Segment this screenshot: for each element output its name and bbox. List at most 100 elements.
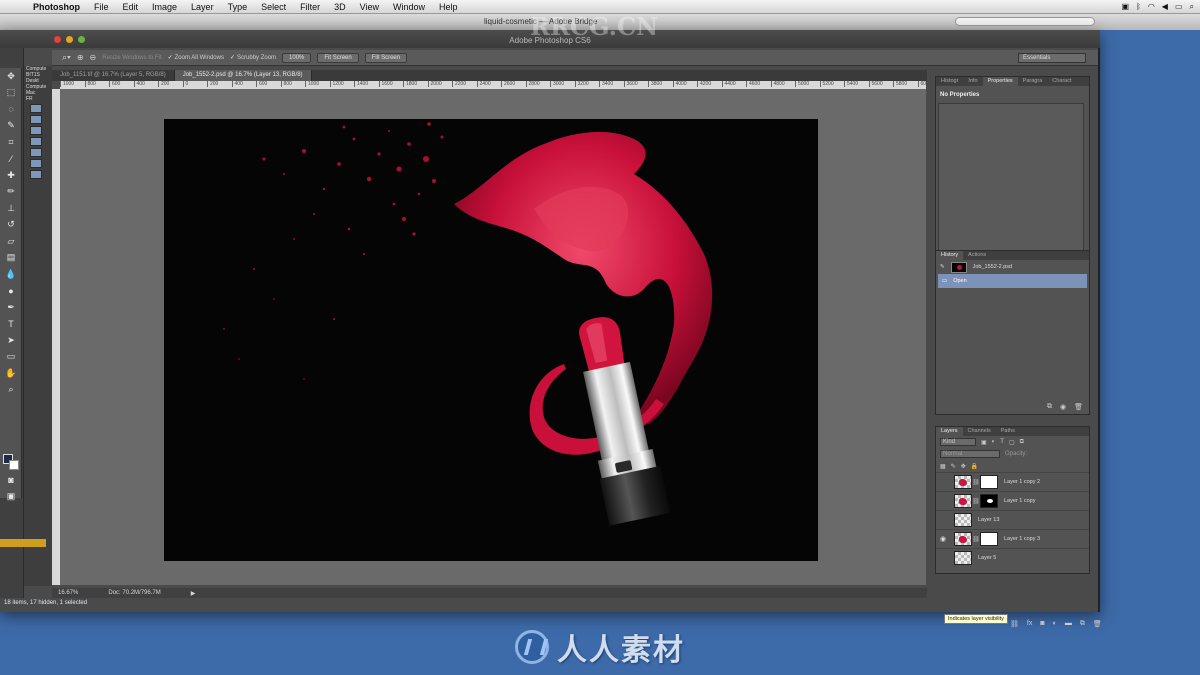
- chain-link-icon[interactable]: ⛓: [972, 498, 980, 505]
- folder-icon[interactable]: [30, 115, 42, 124]
- wifi-icon[interactable]: ◠: [1148, 2, 1155, 12]
- lock-position-icon[interactable]: ✥: [961, 463, 966, 470]
- tab-paths[interactable]: Paths: [996, 427, 1020, 436]
- adjust-filter-icon[interactable]: ◐: [992, 439, 996, 445]
- tab-character[interactable]: Charact: [1047, 77, 1076, 86]
- zoom-out-icon[interactable]: ⊖: [90, 53, 97, 62]
- spotlight-icon[interactable]: ⌕: [1190, 2, 1194, 12]
- folder-icon[interactable]: [30, 137, 42, 146]
- menu-edit[interactable]: Edit: [116, 2, 146, 12]
- folder-icon[interactable]: [30, 170, 42, 179]
- background-color-swatch[interactable]: [9, 460, 19, 470]
- healing-tool-icon[interactable]: ✚: [0, 167, 22, 184]
- menu-3d[interactable]: 3D: [327, 2, 353, 12]
- chain-link-icon[interactable]: ⛓: [972, 479, 980, 486]
- shape-filter-icon[interactable]: ▢: [1009, 439, 1015, 446]
- zoom-in-icon[interactable]: ⊕: [77, 53, 84, 62]
- mask-icon[interactable]: ◙: [1040, 620, 1044, 628]
- dodge-tool-icon[interactable]: ●: [0, 283, 22, 300]
- group-folder-icon[interactable]: ▬: [1065, 620, 1072, 628]
- layer-row[interactable]: ⛓ Layer 1 copy: [936, 491, 1089, 510]
- eraser-tool-icon[interactable]: ▱: [0, 233, 22, 250]
- tab-job-1151[interactable]: Job_1151.tif @ 16.7% (Layer 5, RGB/8): [52, 70, 175, 81]
- lock-transparent-icon[interactable]: ▦: [940, 463, 946, 470]
- zoom-tool-icon[interactable]: ⌕▾: [62, 52, 71, 63]
- zoom-all-checkbox[interactable]: Zoom All Windows: [168, 54, 224, 61]
- tab-paragraph[interactable]: Paragra: [1018, 77, 1048, 86]
- lasso-tool-icon[interactable]: ◌: [0, 101, 22, 118]
- new-document-icon[interactable]: ⧉: [1047, 403, 1052, 411]
- tab-history[interactable]: History: [936, 251, 964, 260]
- type-tool-icon[interactable]: T: [0, 316, 22, 333]
- path-select-tool-icon[interactable]: ➤: [0, 332, 22, 349]
- status-arrow-icon[interactable]: ▶: [191, 590, 196, 597]
- menu-view[interactable]: View: [353, 2, 386, 12]
- blur-tool-icon[interactable]: 💧: [0, 266, 22, 283]
- tab-layers[interactable]: Layers: [936, 427, 963, 436]
- menu-file[interactable]: File: [87, 2, 116, 12]
- link-layers-icon[interactable]: ⛓: [1010, 620, 1019, 628]
- vertical-ruler[interactable]: [52, 89, 60, 585]
- adjustment-icon[interactable]: ◐: [1053, 620, 1057, 628]
- smart-filter-icon[interactable]: ⧉: [1020, 439, 1024, 446]
- battery-icon[interactable]: ▭: [1175, 2, 1183, 12]
- new-layer-icon[interactable]: ⧉: [1080, 620, 1085, 628]
- history-state[interactable]: ▭ Open: [938, 274, 1087, 288]
- resize-windows-checkbox[interactable]: Resize Windows to Fit: [102, 55, 161, 61]
- eyedropper-tool-icon[interactable]: ⁄: [0, 151, 22, 168]
- type-filter-icon[interactable]: T: [1000, 439, 1004, 445]
- image-filter-icon[interactable]: ▣: [981, 439, 987, 446]
- folder-icon[interactable]: [30, 126, 42, 135]
- folder-icon[interactable]: [30, 159, 42, 168]
- layer-row[interactable]: Layer 13: [936, 510, 1089, 529]
- layer-mask-thumbnail[interactable]: [980, 475, 998, 489]
- tab-actions[interactable]: Actions: [963, 251, 991, 260]
- eye-icon[interactable]: ◉: [936, 535, 950, 543]
- fx-icon[interactable]: fx: [1027, 620, 1032, 628]
- menu-filter[interactable]: Filter: [293, 2, 327, 12]
- pen-tool-icon[interactable]: ✒: [0, 299, 22, 316]
- menu-app[interactable]: Photoshop: [26, 2, 87, 12]
- trash-icon[interactable]: 🗑: [1093, 620, 1102, 628]
- menu-window[interactable]: Window: [386, 2, 432, 12]
- history-brush-tool-icon[interactable]: ↺: [0, 217, 22, 234]
- tab-histogram[interactable]: Histogr: [936, 77, 963, 86]
- shape-tool-icon[interactable]: ▭: [0, 349, 22, 366]
- kind-filter-select[interactable]: Kind: [940, 438, 976, 446]
- menu-select[interactable]: Select: [254, 2, 293, 12]
- marquee-tool-icon[interactable]: ⬚: [0, 85, 22, 102]
- chain-link-icon[interactable]: ⛓: [972, 536, 980, 543]
- folder-icon[interactable]: [30, 104, 42, 113]
- layer-mask-thumbnail[interactable]: [980, 494, 998, 508]
- volume-icon[interactable]: ◀: [1162, 2, 1168, 12]
- bridge-search-field[interactable]: [955, 17, 1095, 26]
- folder-icon[interactable]: [30, 148, 42, 157]
- layer-row[interactable]: ◉ ⛓ Layer 1 copy 3: [936, 529, 1089, 548]
- gradient-tool-icon[interactable]: ▤: [0, 250, 22, 267]
- bluetooth-icon[interactable]: ᛒ: [1136, 2, 1141, 12]
- hand-tool-icon[interactable]: ✋: [0, 365, 22, 382]
- move-tool-icon[interactable]: ✥: [0, 68, 22, 85]
- quick-mask-icon[interactable]: ◙: [0, 472, 22, 489]
- fill-screen-button[interactable]: Fill Screen: [364, 52, 408, 63]
- menu-image[interactable]: Image: [145, 2, 184, 12]
- menu-type[interactable]: Type: [221, 2, 255, 12]
- layer-row[interactable]: ⛓ Layer 1 copy 2: [936, 472, 1089, 491]
- layer-mask-thumbnail[interactable]: [980, 532, 998, 546]
- brush-source-icon[interactable]: ✎: [940, 264, 945, 270]
- menu-help[interactable]: Help: [432, 2, 465, 12]
- horizontal-ruler[interactable]: 1000 800 600 400 200 0 200 400 600 800 1000 1200 140…: [60, 81, 926, 89]
- color-swatches[interactable]: [3, 454, 21, 472]
- scrubby-zoom-checkbox[interactable]: Scrubby Zoom: [230, 54, 276, 61]
- zoom-level[interactable]: 16.67%: [58, 590, 78, 596]
- actual-size-button[interactable]: 100%: [282, 52, 312, 63]
- tab-info[interactable]: Info: [963, 77, 982, 86]
- trash-icon[interactable]: 🗑: [1074, 403, 1083, 411]
- tab-properties[interactable]: Properties: [982, 77, 1018, 86]
- tab-job-1552[interactable]: Job_1552-2.psd @ 16.7% (Layer 13, RGB/8): [174, 70, 312, 81]
- crop-tool-icon[interactable]: ⌗: [0, 134, 22, 151]
- lock-all-icon[interactable]: 🔒: [971, 463, 978, 470]
- brush-tool-icon[interactable]: ✏: [0, 184, 22, 201]
- fit-screen-button[interactable]: Fit Screen: [317, 52, 359, 63]
- doc-size[interactable]: Doc: 70.2M/796.7M: [108, 590, 160, 596]
